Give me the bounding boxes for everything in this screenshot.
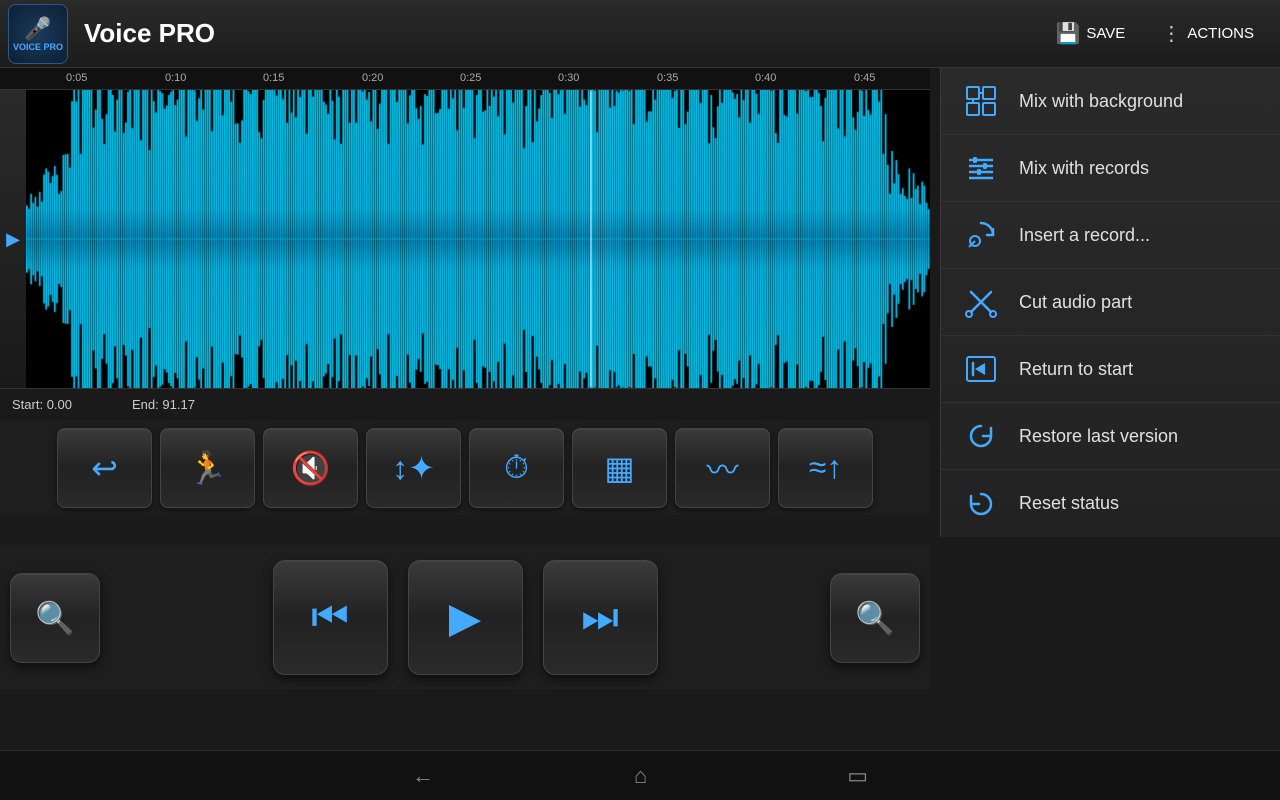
mix-background-icon bbox=[961, 81, 1001, 121]
menu-item-cut-audio[interactable]: Cut audio part bbox=[941, 269, 1280, 336]
noise-reduce-icon: 🏃 bbox=[188, 449, 228, 487]
return-start-label: Return to start bbox=[1019, 359, 1133, 380]
undo-icon: ↩ bbox=[91, 449, 118, 487]
actions-button[interactable]: ⋮ ACTIONS bbox=[1151, 15, 1264, 52]
mix-records-icon bbox=[961, 148, 1001, 188]
back-button[interactable]: ← bbox=[412, 763, 434, 789]
equalizer-icon: ▦ bbox=[604, 449, 634, 487]
reset-status-icon bbox=[961, 484, 1001, 524]
restore-label: Restore last version bbox=[1019, 426, 1178, 447]
play-icon: ▶ bbox=[449, 593, 481, 642]
time-marker-6: 0:30 bbox=[558, 72, 579, 84]
dots-icon: ⋮ bbox=[1161, 21, 1181, 46]
menu-item-mix-records[interactable]: Mix with records bbox=[941, 135, 1280, 202]
insert-record-label: Insert a record... bbox=[1019, 225, 1150, 246]
end-value: 91.17 bbox=[162, 397, 195, 412]
save-button[interactable]: 💾 SAVE bbox=[1046, 15, 1136, 52]
pitch-button[interactable]: ↕✦ bbox=[366, 428, 461, 508]
undo-button[interactable]: ↩ bbox=[57, 428, 152, 508]
noise-reduce-button[interactable]: 🏃 bbox=[160, 428, 255, 508]
menu-item-mix-background[interactable]: Mix with background bbox=[941, 68, 1280, 135]
time-marker-5: 0:25 bbox=[460, 72, 481, 84]
dropdown-menu: Mix with background Mix with records bbox=[940, 68, 1280, 537]
start-value: 0.00 bbox=[47, 397, 72, 412]
waveform-container[interactable]: 0:05 0:10 0:15 0:20 0:25 0:30 0:35 0:40 … bbox=[0, 68, 930, 388]
play-indicator: ▶ bbox=[0, 90, 26, 388]
nav-bar: ← ⌂ ▭ bbox=[0, 750, 1280, 800]
end-label: End: bbox=[132, 397, 159, 412]
time-marker-3: 0:15 bbox=[263, 72, 284, 84]
reset-status-label: Reset status bbox=[1019, 493, 1119, 514]
time-marker-2: 0:10 bbox=[165, 72, 186, 84]
cut-audio-label: Cut audio part bbox=[1019, 292, 1132, 313]
save-icon: 💾 bbox=[1056, 21, 1081, 46]
time-button[interactable]: ⏱ bbox=[469, 428, 564, 508]
time-icon: ⏱ bbox=[504, 449, 529, 487]
actions-label: ACTIONS bbox=[1187, 25, 1254, 42]
zoom-out-button[interactable]: 🔍 bbox=[10, 573, 100, 663]
spacer-row bbox=[0, 515, 930, 545]
next-button[interactable]: ⏭ bbox=[543, 560, 658, 675]
menu-item-return-start[interactable]: Return to start bbox=[941, 336, 1280, 403]
waveform-icon: 〰 bbox=[706, 445, 738, 491]
play-button[interactable]: ▶ bbox=[408, 560, 523, 675]
time-marker-9: 0:45 bbox=[854, 72, 875, 84]
zoom-in-icon: 🔍 bbox=[855, 599, 895, 637]
app-logo: 🎤 VOICE PRO bbox=[8, 4, 68, 64]
menu-item-reset-status[interactable]: Reset status bbox=[941, 470, 1280, 537]
time-marker-1: 0:05 bbox=[66, 72, 87, 84]
effects-row: ↩ 🏃 🔇 ↕✦ ⏱ ▦ 〰 ≈↑ bbox=[0, 420, 930, 515]
prev-icon: ⏮ bbox=[311, 593, 349, 642]
menu-item-insert-record[interactable]: Insert a record... bbox=[941, 202, 1280, 269]
play-arrow-icon: ▶ bbox=[6, 229, 20, 250]
recents-button[interactable]: ▭ bbox=[847, 763, 868, 789]
zoom-in-button[interactable]: 🔍 bbox=[830, 573, 920, 663]
start-status: Start: 0.00 bbox=[12, 397, 72, 412]
zoom-out-icon: 🔍 bbox=[35, 599, 75, 637]
waveform-display[interactable] bbox=[26, 90, 930, 388]
header: 🎤 VOICE PRO Voice PRO 💾 SAVE ⋮ ACTIONS bbox=[0, 0, 1280, 68]
left-panel: 0:05 0:10 0:15 0:20 0:25 0:30 0:35 0:40 … bbox=[0, 68, 930, 690]
logo-text: VOICE PRO bbox=[13, 42, 63, 52]
equalizer-button[interactable]: ▦ bbox=[572, 428, 667, 508]
start-label: Start: bbox=[12, 397, 43, 412]
pitch-icon: ↕✦ bbox=[392, 449, 435, 487]
save-label: SAVE bbox=[1086, 25, 1125, 42]
restore-icon bbox=[961, 416, 1001, 456]
time-marker-8: 0:40 bbox=[755, 72, 776, 84]
selection-line bbox=[590, 90, 592, 388]
header-actions: 💾 SAVE ⋮ ACTIONS bbox=[1046, 15, 1265, 52]
next-icon: ⏭ bbox=[581, 593, 619, 642]
status-bar: Start: 0.00 End: 91.17 bbox=[0, 388, 930, 420]
mute-icon: 🔇 bbox=[291, 449, 331, 487]
app-title: Voice PRO bbox=[84, 18, 1046, 49]
return-start-icon bbox=[961, 349, 1001, 389]
effects-button[interactable]: ≈↑ bbox=[778, 428, 873, 508]
time-marker-7: 0:35 bbox=[657, 72, 678, 84]
waveform-button[interactable]: 〰 bbox=[675, 428, 770, 508]
mix-records-label: Mix with records bbox=[1019, 158, 1149, 179]
microphone-icon: 🎤 bbox=[24, 16, 51, 42]
end-status: End: 91.17 bbox=[132, 397, 195, 412]
home-button[interactable]: ⌂ bbox=[634, 763, 647, 789]
time-marker-4: 0:20 bbox=[362, 72, 383, 84]
cut-audio-icon bbox=[961, 282, 1001, 322]
transport-row: 🔍 ⏮ ▶ ⏭ 🔍 bbox=[0, 545, 930, 690]
mute-button[interactable]: 🔇 bbox=[263, 428, 358, 508]
prev-button[interactable]: ⏮ bbox=[273, 560, 388, 675]
timeline: 0:05 0:10 0:15 0:20 0:25 0:30 0:35 0:40 … bbox=[0, 68, 930, 90]
insert-record-icon bbox=[961, 215, 1001, 255]
mix-background-label: Mix with background bbox=[1019, 91, 1183, 112]
effects-icon: ≈↑ bbox=[809, 449, 843, 486]
menu-item-restore[interactable]: Restore last version bbox=[941, 403, 1280, 470]
